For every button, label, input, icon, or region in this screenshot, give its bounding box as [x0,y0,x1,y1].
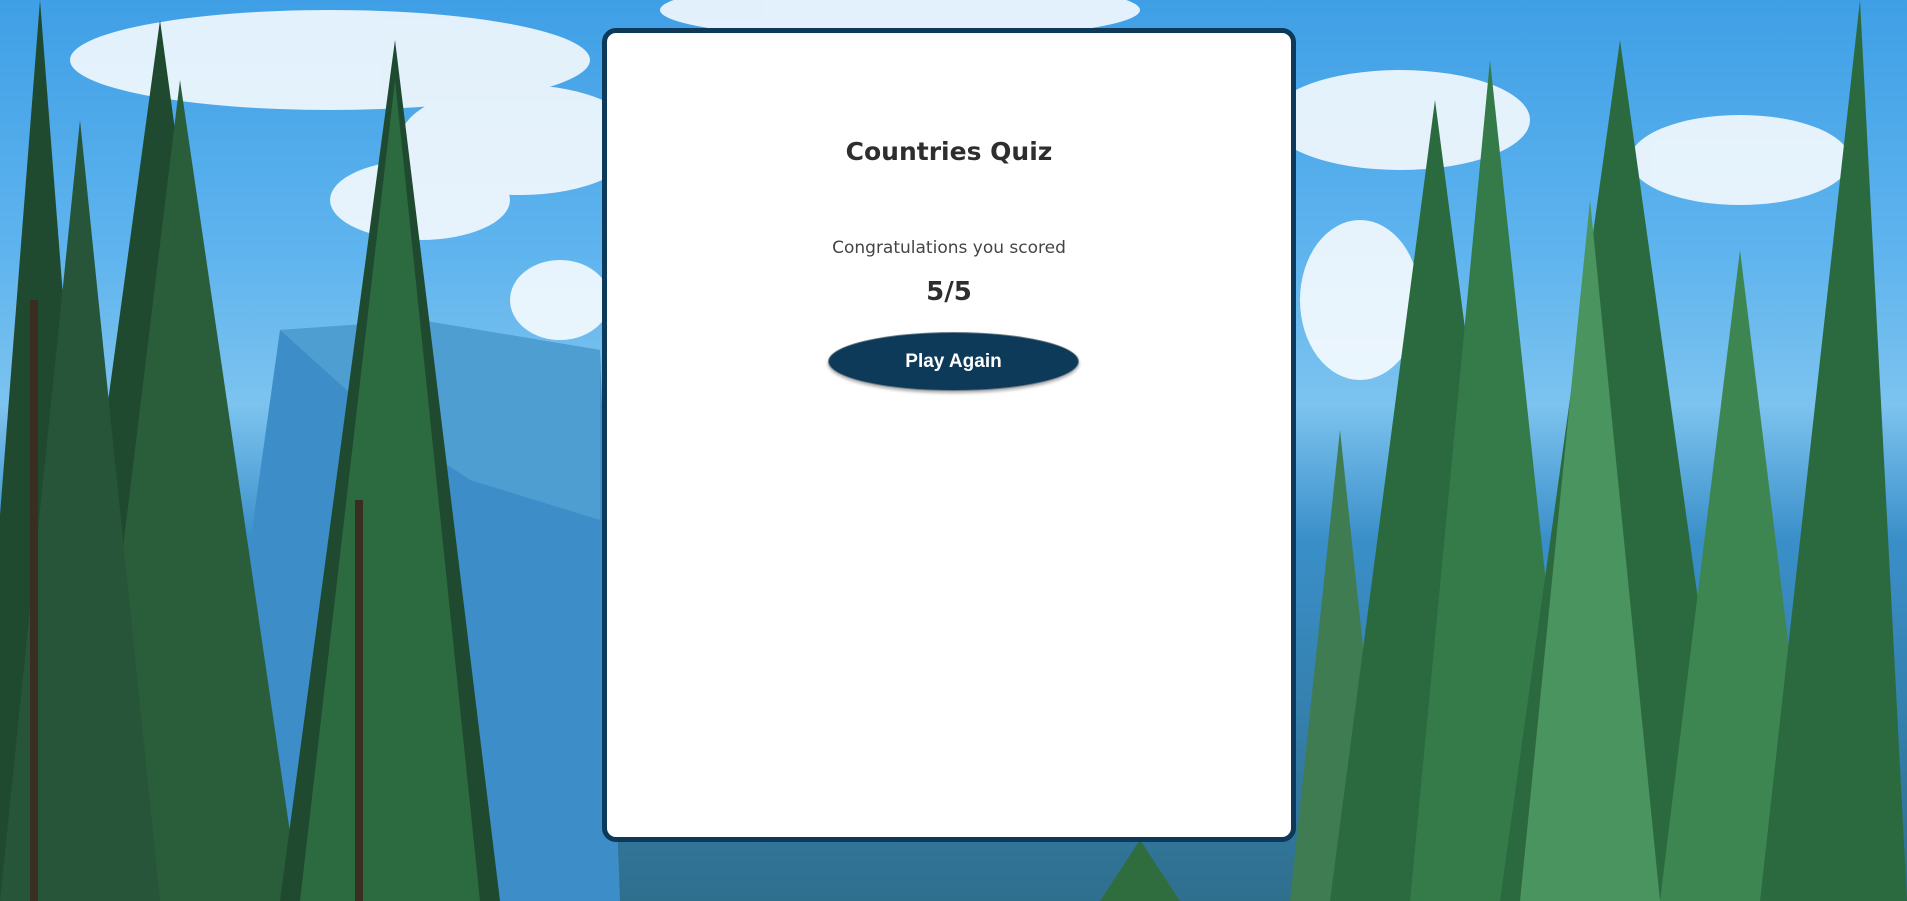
score-value: 5/5 [926,277,972,307]
quiz-title: Countries Quiz [845,137,1053,166]
bottom-bush [1100,840,1180,901]
result-message: Congratulations you scored [832,238,1066,258]
quiz-card: Countries Quiz Congratulations you score… [602,28,1296,842]
play-again-button[interactable]: Play Again [828,332,1079,391]
